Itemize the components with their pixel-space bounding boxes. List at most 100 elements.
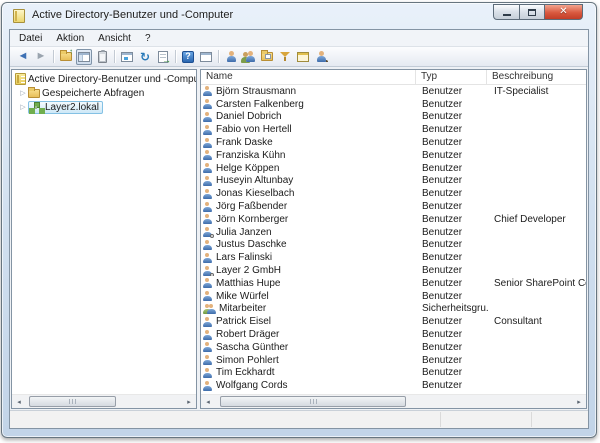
table-row[interactable]: Matthias HupeBenutzerSenior SharePoint C… xyxy=(201,277,586,290)
table-row[interactable]: Jörg FaßbenderBenutzer xyxy=(201,200,586,213)
table-row[interactable]: Tim EckhardtBenutzer xyxy=(201,367,586,380)
show-console-tree-button[interactable] xyxy=(76,49,92,65)
refresh-button[interactable] xyxy=(137,49,153,65)
user-name: Lars Falinski xyxy=(216,252,272,263)
toolbar-separator xyxy=(114,50,115,63)
scroll-right-icon[interactable]: ▸ xyxy=(182,395,196,408)
new-group-button[interactable] xyxy=(241,49,257,65)
user-name: Björn Strausmann xyxy=(216,86,296,97)
tree-item-layer2-lokal[interactable]: Layer2.lokal xyxy=(12,100,196,114)
expander-icon[interactable] xyxy=(18,89,28,97)
user-name: Robert Dräger xyxy=(216,329,279,340)
column-header-name[interactable]: Name xyxy=(201,70,416,84)
maximize-button[interactable] xyxy=(519,4,545,20)
up-one-level-button[interactable] xyxy=(58,49,74,65)
user-icon xyxy=(203,150,213,160)
table-row[interactable]: Layer 2 GmbH Benutzer xyxy=(201,264,586,277)
export-list-button[interactable] xyxy=(155,49,171,65)
table-row[interactable]: Fabio von HertellBenutzer xyxy=(201,123,586,136)
delegate-button[interactable] xyxy=(313,49,329,65)
user-name: Layer 2 GmbH xyxy=(216,265,281,276)
user-name: Frank Daske xyxy=(216,137,273,148)
toolbar-separator xyxy=(53,50,54,63)
view-options-button[interactable] xyxy=(295,49,311,65)
user-type: Benutzer xyxy=(417,265,489,276)
clipboard-button[interactable] xyxy=(94,49,110,65)
table-row[interactable]: Frank DaskeBenutzer xyxy=(201,136,586,149)
scrollbar-track[interactable] xyxy=(215,395,572,408)
table-row[interactable]: Sascha GüntherBenutzer xyxy=(201,341,586,354)
table-row[interactable]: Jörn KornbergerBenutzerChief Developer xyxy=(201,213,586,226)
user-description: Consultant xyxy=(489,316,586,327)
table-row[interactable]: Helge KöppenBenutzer xyxy=(201,162,586,175)
table-row[interactable]: Daniel DobrichBenutzer xyxy=(201,111,586,124)
name-cell: Daniel Dobrich xyxy=(201,111,417,122)
new-ou-button[interactable] xyxy=(259,49,275,65)
scroll-right-icon[interactable]: ▸ xyxy=(572,395,586,408)
name-cell: Patrick Eisel xyxy=(201,316,417,327)
expander-icon[interactable] xyxy=(18,103,28,111)
table-row[interactable]: MitarbeiterSicherheitsgru... xyxy=(201,303,586,316)
user-list: Björn StrausmannBenutzerIT-SpecialistCar… xyxy=(201,85,586,394)
user-name: Simon Pohlert xyxy=(216,355,279,366)
menu-ansicht[interactable]: Ansicht xyxy=(91,32,138,45)
user-icon xyxy=(203,163,213,173)
scrollbar-thumb[interactable] xyxy=(220,396,406,407)
table-row[interactable]: Jonas KieselbachBenutzer xyxy=(201,187,586,200)
scrollbar-track[interactable] xyxy=(26,395,182,408)
toolbar xyxy=(10,47,588,67)
user-type: Benutzer xyxy=(417,124,489,135)
forward-button[interactable] xyxy=(33,49,49,65)
selected-tree-node[interactable]: Layer2.lokal xyxy=(28,101,103,114)
tree-item-gespeicherte-abfragen[interactable]: Gespeicherte Abfragen xyxy=(12,86,196,100)
table-row[interactable]: Simon PohlertBenutzer xyxy=(201,354,586,367)
table-row[interactable]: Robert DrägerBenutzer xyxy=(201,328,586,341)
tree-item-label: Gespeicherte Abfragen xyxy=(40,88,146,99)
show-console-tree-icon xyxy=(78,52,90,62)
menu-datei[interactable]: Datei xyxy=(12,32,49,45)
clipboard-icon xyxy=(98,51,107,63)
table-row[interactable]: Huseyin AltunbayBenutzer xyxy=(201,175,586,188)
window-button[interactable] xyxy=(198,49,214,65)
menubar: Datei Aktion Ansicht ? xyxy=(10,30,588,47)
column-header-beschreibung[interactable]: Beschreibung xyxy=(487,70,586,84)
table-row[interactable]: Mike WürfelBenutzer xyxy=(201,290,586,303)
table-row[interactable]: Björn StrausmannBenutzerIT-Specialist xyxy=(201,85,586,98)
table-row[interactable]: Franziska KühnBenutzer xyxy=(201,149,586,162)
menu-aktion[interactable]: Aktion xyxy=(49,32,91,45)
close-button[interactable]: ✕ xyxy=(544,4,583,20)
window-icon xyxy=(200,52,212,62)
table-row[interactable]: Justus DaschkeBenutzer xyxy=(201,239,586,252)
toolbar-icons xyxy=(14,49,330,65)
table-row[interactable]: Patrick EiselBenutzerConsultant xyxy=(201,315,586,328)
help-button[interactable] xyxy=(180,49,196,65)
app-icon xyxy=(13,9,25,23)
refresh-icon xyxy=(140,51,150,63)
minimize-button[interactable] xyxy=(493,4,520,20)
menu-hilfe[interactable]: ? xyxy=(138,32,158,45)
list-horizontal-scrollbar[interactable]: ◂ ▸ xyxy=(201,394,586,408)
tree-horizontal-scrollbar[interactable]: ◂ ▸ xyxy=(12,394,196,408)
scroll-left-icon[interactable]: ◂ xyxy=(12,395,26,408)
back-button[interactable] xyxy=(15,49,31,65)
table-row[interactable]: Lars FalinskiBenutzer xyxy=(201,251,586,264)
user-name: Jörn Kornberger xyxy=(216,214,288,225)
user-icon xyxy=(203,291,213,301)
new-user-button[interactable] xyxy=(223,49,239,65)
properties-icon xyxy=(121,52,133,62)
titlebar[interactable]: Active Directory-Benutzer und -Computer … xyxy=(2,3,596,29)
table-row[interactable]: Carsten FalkenbergBenutzer xyxy=(201,98,586,111)
up-one-level-icon xyxy=(60,52,72,61)
scroll-left-icon[interactable]: ◂ xyxy=(201,395,215,408)
properties-button[interactable] xyxy=(119,49,135,65)
user-name: Jonas Kieselbach xyxy=(216,188,294,199)
filter-button[interactable] xyxy=(277,49,293,65)
tree-root[interactable]: Active Directory-Benutzer und -Computer … xyxy=(12,72,196,86)
table-row[interactable]: Wolfgang CordsBenutzer xyxy=(201,379,586,392)
minimize-icon xyxy=(503,14,511,16)
user-type: Benutzer xyxy=(417,342,489,353)
table-row[interactable]: Julia JanzenBenutzer xyxy=(201,226,586,239)
export-list-icon xyxy=(158,51,168,63)
scrollbar-thumb[interactable] xyxy=(29,396,116,407)
column-header-typ[interactable]: Typ xyxy=(416,70,487,84)
